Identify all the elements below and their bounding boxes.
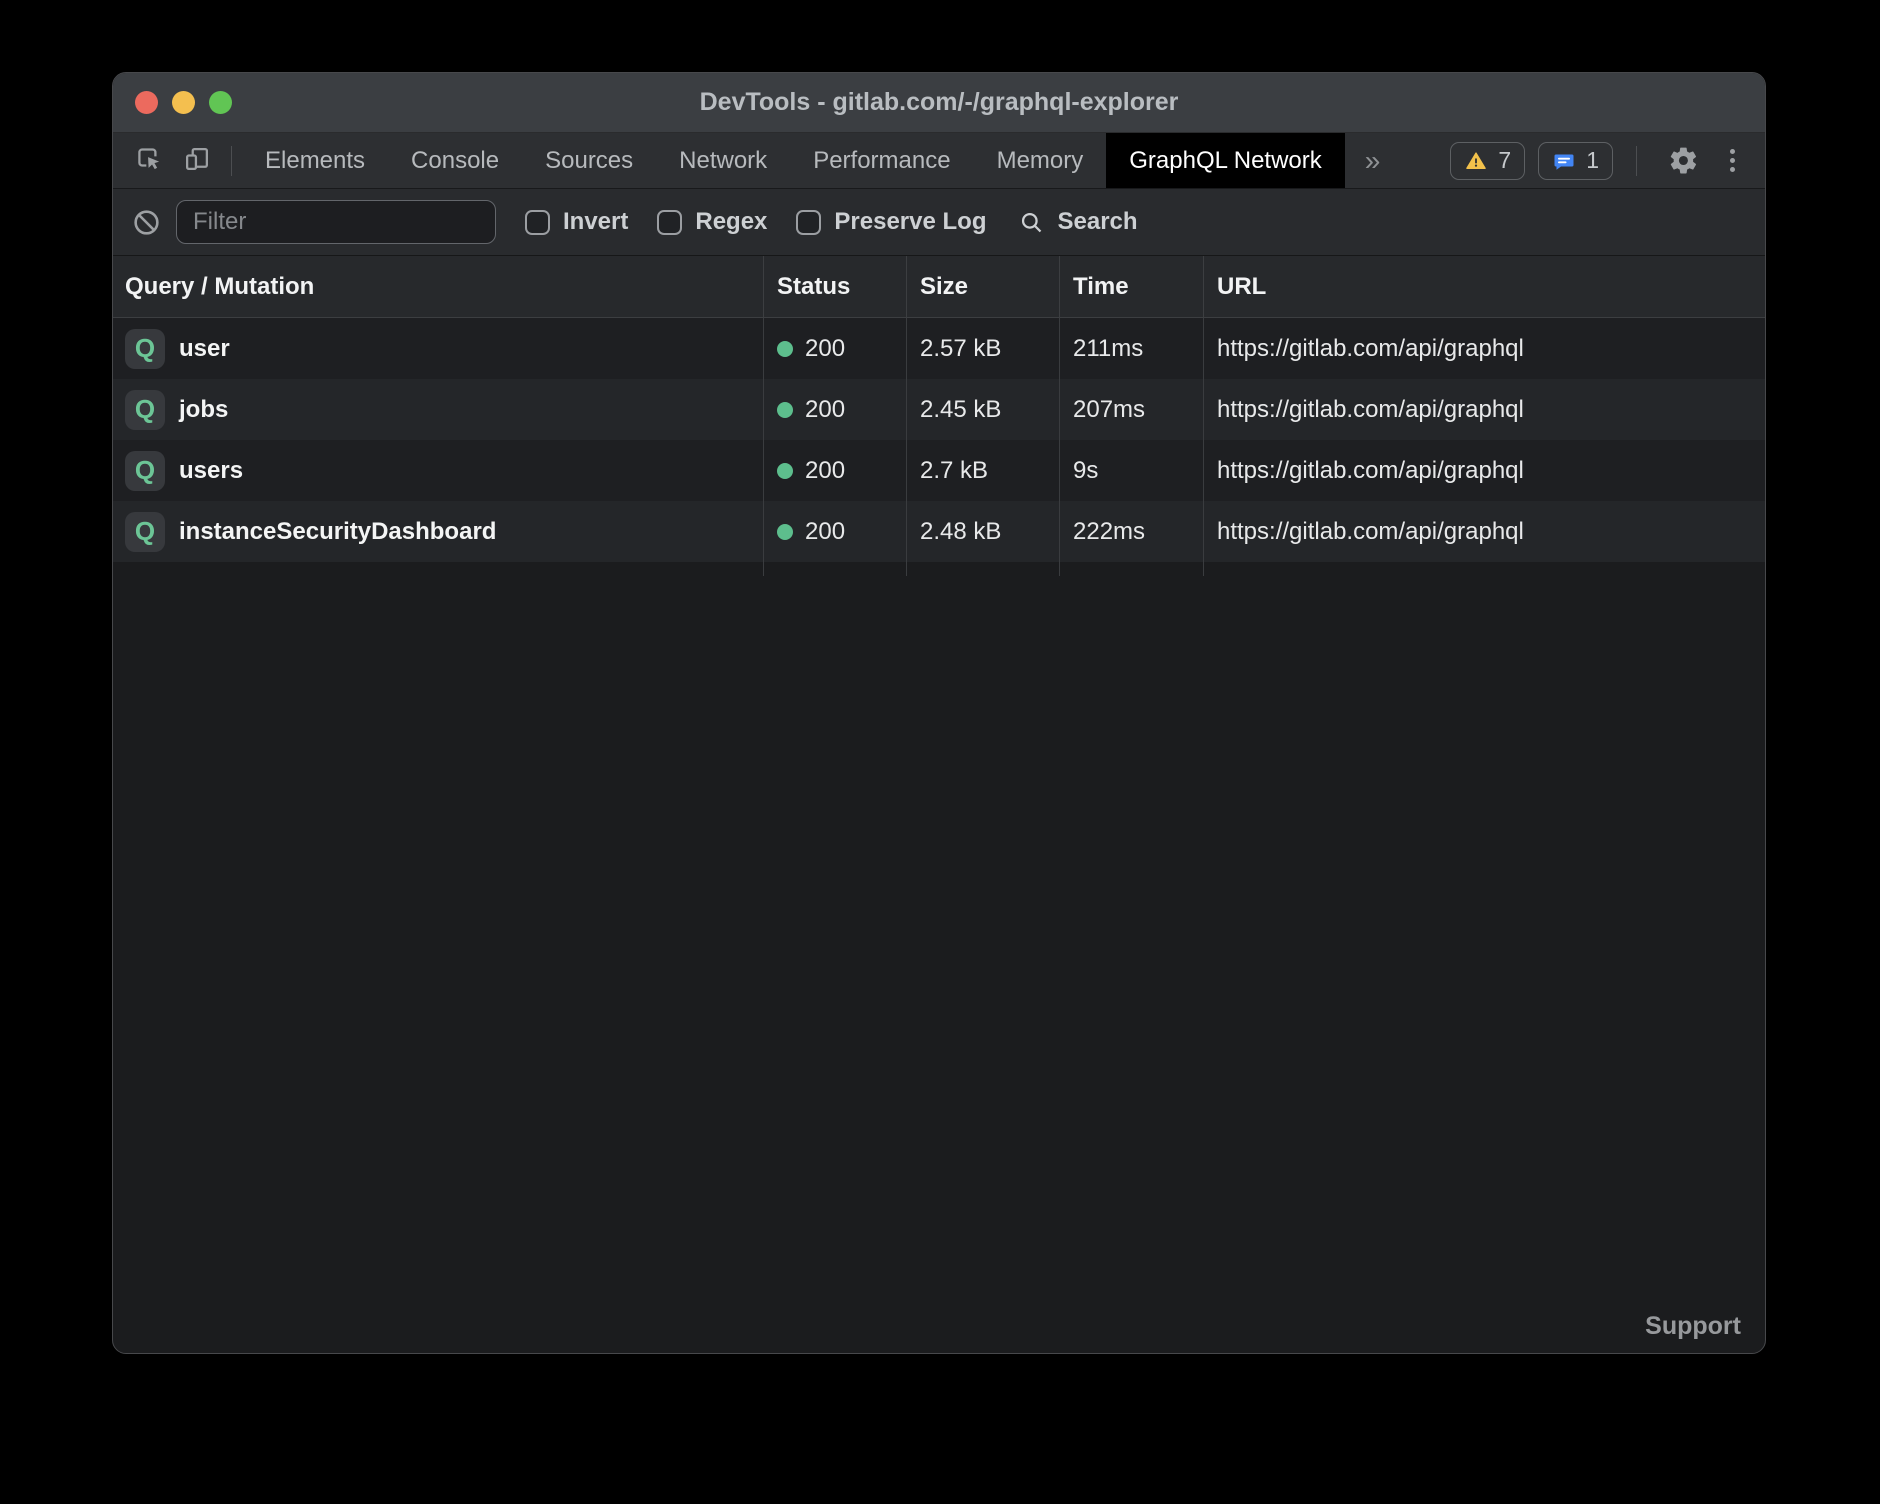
time-value: 207ms [1059, 379, 1203, 440]
column-header-query-mutation[interactable]: Query / Mutation [113, 256, 763, 317]
invert-checkbox[interactable] [525, 210, 550, 235]
url-value: https://gitlab.com/api/graphql [1203, 440, 1765, 501]
warning-count: 7 [1498, 147, 1511, 174]
requests-table: Query / Mutation Status Size Time URL Q … [113, 256, 1765, 576]
titlebar: DevTools - gitlab.com/-/graphql-explorer [113, 73, 1765, 133]
search-button[interactable]: Search [1018, 208, 1137, 236]
toolbar-right-group: 7 1 [1450, 133, 1765, 188]
devtools-window: DevTools - gitlab.com/-/graphql-explorer… [112, 72, 1766, 1354]
preserve-log-label: Preserve Log [834, 208, 986, 236]
status-code: 200 [805, 335, 845, 363]
query-type-badge: Q [125, 512, 165, 552]
toolbar-right-divider [1636, 146, 1637, 176]
inspect-element-button[interactable] [125, 133, 173, 188]
url-value: https://gitlab.com/api/graphql [1203, 501, 1765, 562]
url-value: https://gitlab.com/api/graphql [1203, 379, 1765, 440]
query-name: instanceSecurityDashboard [179, 518, 496, 546]
devtools-tab-bar: Elements Console Sources Network Perform… [113, 133, 1765, 189]
window-title: DevTools - gitlab.com/-/graphql-explorer [113, 88, 1765, 117]
toolbar-divider [231, 146, 232, 176]
message-count: 1 [1586, 147, 1599, 174]
query-type-badge: Q [125, 390, 165, 430]
status-code: 200 [805, 396, 845, 424]
url-value: https://gitlab.com/api/graphql [1203, 318, 1765, 379]
query-name: jobs [179, 396, 228, 424]
invert-label: Invert [563, 208, 628, 236]
column-header-url[interactable]: URL [1203, 256, 1765, 317]
block-icon [131, 207, 162, 238]
traffic-lights [135, 73, 232, 132]
maximize-button[interactable] [209, 91, 232, 114]
time-value: 222ms [1059, 501, 1203, 562]
regex-label: Regex [695, 208, 767, 236]
query-name: user [179, 335, 230, 363]
tab-graphql-network[interactable]: GraphQL Network [1106, 133, 1345, 188]
filter-input[interactable] [176, 200, 496, 244]
clear-requests-button[interactable] [131, 207, 162, 238]
status-ok-dot [777, 402, 793, 418]
status-ok-dot [777, 524, 793, 540]
size-value: 2.7 kB [906, 440, 1059, 501]
size-value: 2.45 kB [906, 379, 1059, 440]
column-header-time[interactable]: Time [1059, 256, 1203, 317]
query-type-badge: Q [125, 451, 165, 491]
gear-icon [1668, 145, 1699, 176]
close-button[interactable] [135, 91, 158, 114]
messages-badge[interactable]: 1 [1538, 142, 1613, 180]
table-row[interactable]: Q jobs 200 2.45 kB 207ms https://gitlab.… [113, 379, 1765, 440]
status-code: 200 [805, 518, 845, 546]
message-icon [1552, 149, 1576, 173]
table-header-row: Query / Mutation Status Size Time URL [113, 256, 1765, 318]
more-options-button[interactable] [1720, 149, 1745, 172]
issues-warning-badge[interactable]: 7 [1450, 142, 1525, 180]
status-ok-dot [777, 463, 793, 479]
time-value: 9s [1059, 440, 1203, 501]
more-tabs-button[interactable]: » [1345, 133, 1401, 188]
minimize-button[interactable] [172, 91, 195, 114]
column-header-size[interactable]: Size [906, 256, 1059, 317]
search-icon [1018, 209, 1045, 236]
tab-memory[interactable]: Memory [974, 133, 1107, 188]
status-ok-dot [777, 341, 793, 357]
table-row[interactable]: Q user 200 2.57 kB 211ms https://gitlab.… [113, 318, 1765, 379]
tab-network[interactable]: Network [656, 133, 790, 188]
warning-icon [1464, 149, 1488, 173]
status-code: 200 [805, 457, 845, 485]
invert-checkbox-group: Invert [525, 208, 628, 236]
device-toolbar-icon [181, 143, 213, 178]
settings-button[interactable] [1660, 145, 1707, 176]
tab-console[interactable]: Console [388, 133, 522, 188]
query-name: users [179, 457, 243, 485]
size-value: 2.48 kB [906, 501, 1059, 562]
query-type-badge: Q [125, 329, 165, 369]
tab-sources[interactable]: Sources [522, 133, 656, 188]
inspect-cursor-icon [133, 143, 165, 178]
regex-checkbox-group: Regex [657, 208, 767, 236]
kebab-icon [1730, 149, 1735, 154]
preserve-log-checkbox-group: Preserve Log [796, 208, 986, 236]
time-value: 211ms [1059, 318, 1203, 379]
column-header-status[interactable]: Status [763, 256, 906, 317]
preserve-log-checkbox[interactable] [796, 210, 821, 235]
search-label: Search [1057, 208, 1137, 236]
regex-checkbox[interactable] [657, 210, 682, 235]
table-row[interactable]: Q users 200 2.7 kB 9s https://gitlab.com… [113, 440, 1765, 501]
filter-bar: Invert Regex Preserve Log Search [113, 189, 1765, 256]
table-row[interactable]: Q instanceSecurityDashboard 200 2.48 kB … [113, 501, 1765, 562]
device-toolbar-button[interactable] [173, 133, 221, 188]
tab-performance[interactable]: Performance [790, 133, 973, 188]
support-link[interactable]: Support [1645, 1312, 1741, 1341]
tab-elements[interactable]: Elements [242, 133, 388, 188]
column-divider-tail [113, 562, 1765, 576]
size-value: 2.57 kB [906, 318, 1059, 379]
